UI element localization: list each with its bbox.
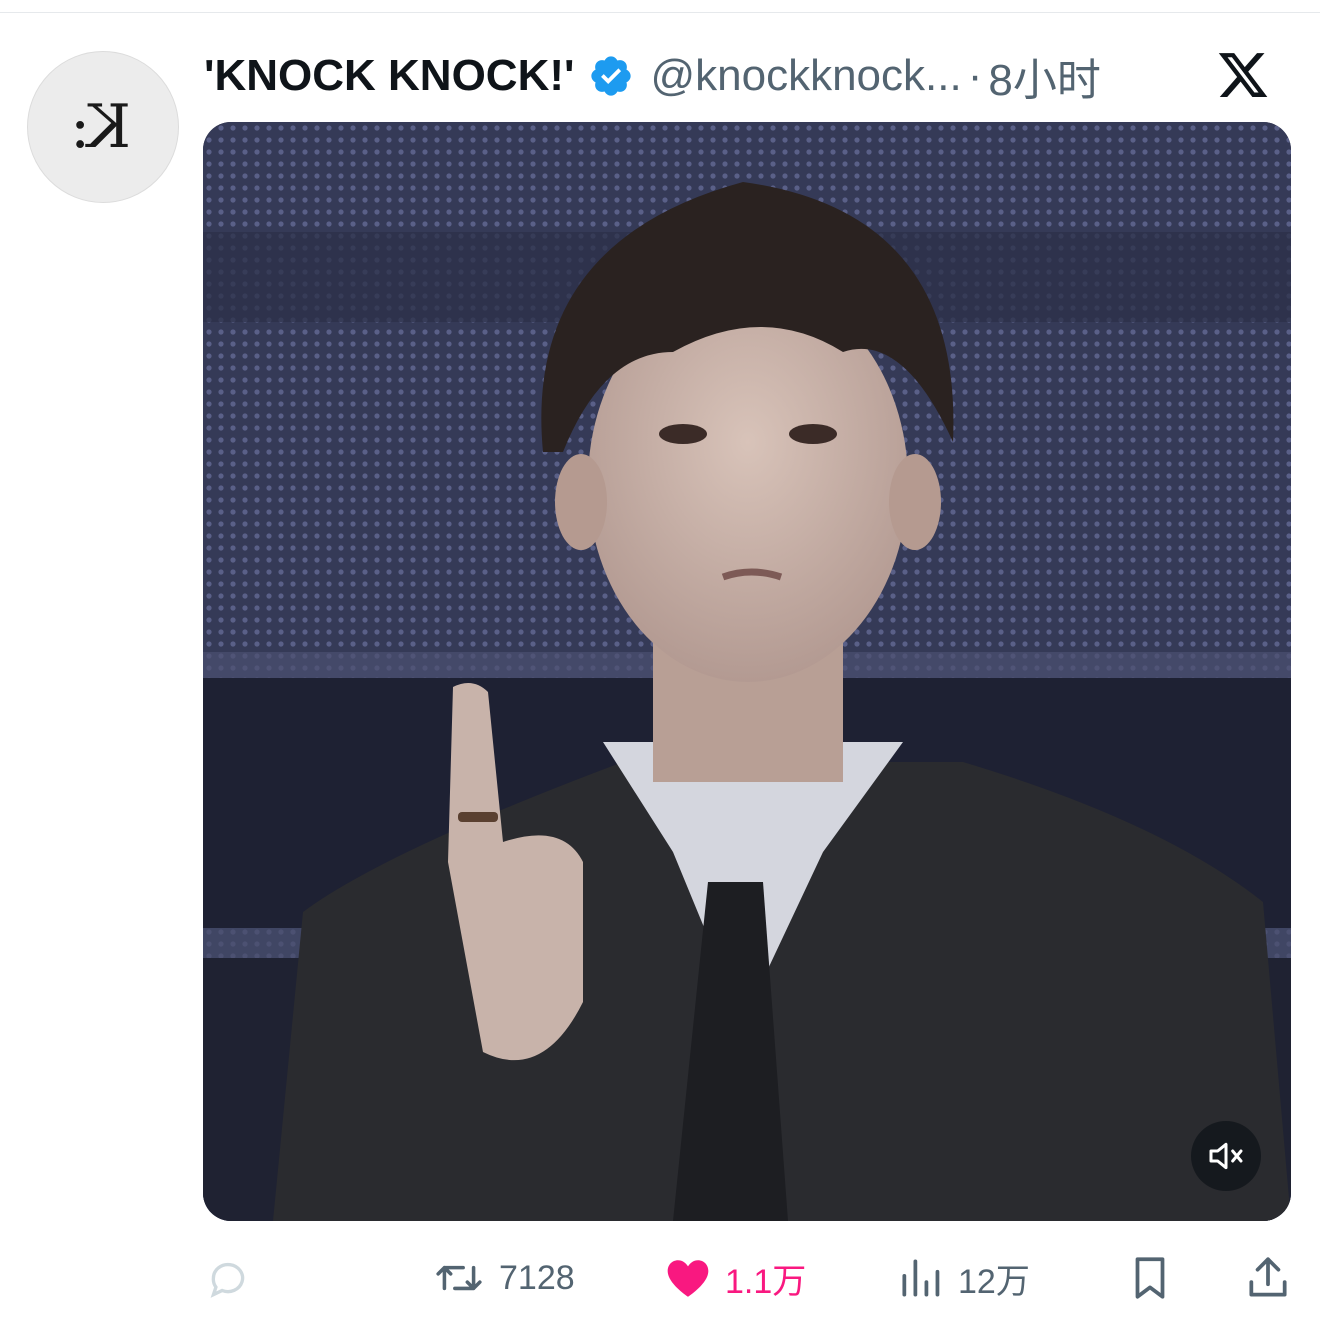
retweet-count: 7128	[499, 1258, 575, 1297]
bookmark-icon	[1135, 1257, 1165, 1299]
top-divider	[0, 12, 1320, 13]
timestamp[interactable]: 8小时	[988, 44, 1100, 108]
views-button[interactable]: 12万	[896, 1248, 1030, 1308]
mute-toggle-button[interactable]	[1191, 1121, 1261, 1191]
like-count: 1.1万	[725, 1262, 807, 1301]
view-count: 12万	[958, 1262, 1030, 1301]
retweet-button[interactable]: 7128	[431, 1248, 575, 1308]
video-frame	[203, 122, 1291, 1221]
verified-badge-icon	[591, 56, 632, 96]
share-button[interactable]	[1243, 1248, 1293, 1308]
views-chart-icon	[902, 1259, 940, 1297]
speaker-muted-icon	[1209, 1142, 1243, 1170]
display-name[interactable]: 'KNOCK KNOCK!'	[204, 51, 574, 101]
like-button[interactable]: 1.1万	[663, 1248, 806, 1308]
heart-filled-icon	[667, 1260, 709, 1297]
separator-dot: ·	[967, 51, 983, 100]
video-player[interactable]	[203, 122, 1291, 1221]
x-logo-icon[interactable]	[1216, 48, 1270, 102]
reply-button[interactable]	[203, 1248, 265, 1308]
tweet-header: 'KNOCK KNOCK!' @knockknock... · 8小时	[204, 44, 1300, 108]
bookmark-button[interactable]	[1125, 1248, 1175, 1308]
retweet-icon	[436, 1265, 482, 1291]
avatar[interactable]: K:	[27, 51, 179, 203]
share-upload-icon	[1249, 1257, 1287, 1297]
knockknock-logo-icon: K:	[74, 92, 132, 162]
reply-icon	[210, 1262, 245, 1298]
tweet-actions: 7128 1.1万 12万	[203, 1248, 1293, 1308]
user-handle[interactable]: @knockknock...	[650, 51, 961, 101]
